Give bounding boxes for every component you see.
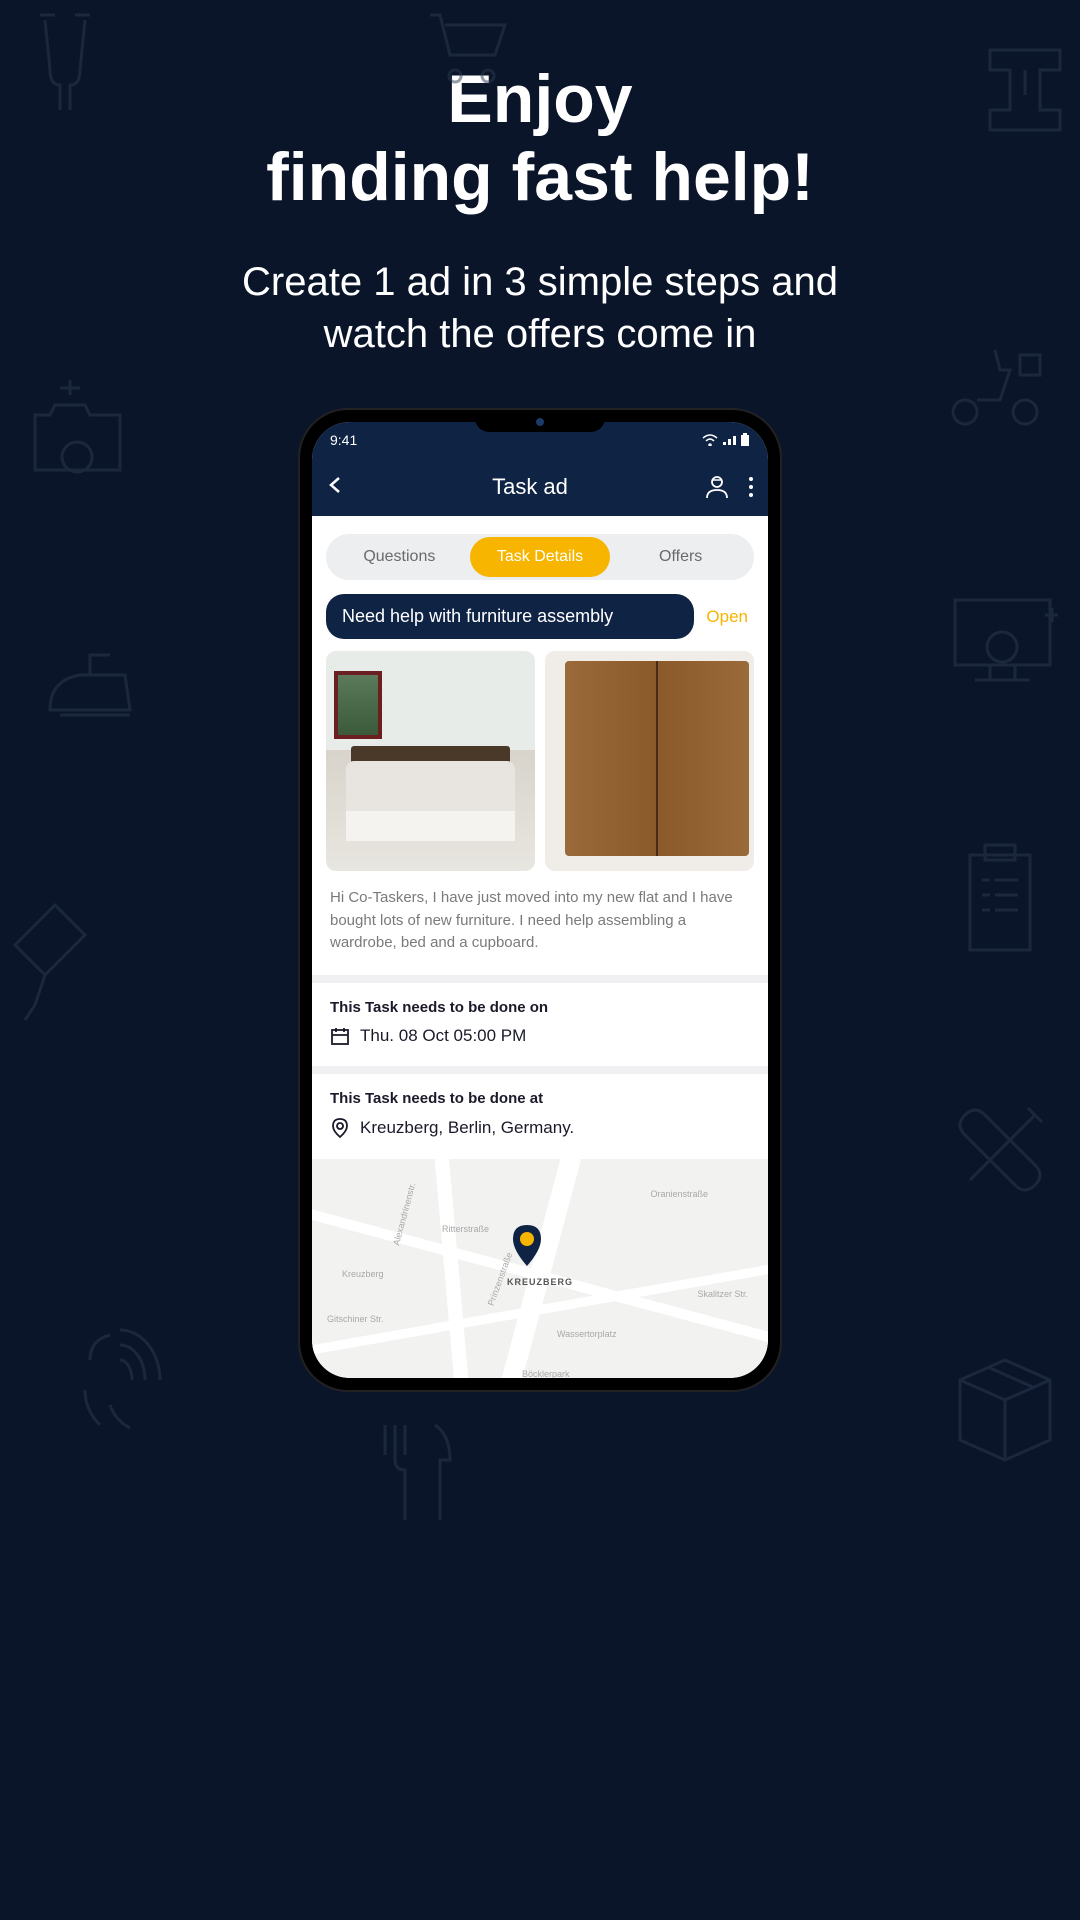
divider xyxy=(312,975,768,983)
task-image-bedroom[interactable] xyxy=(326,651,535,871)
where-label: This Task needs to be done at xyxy=(330,1090,750,1107)
tools-icon xyxy=(940,1090,1070,1230)
pin-icon xyxy=(330,1117,350,1139)
clipboard-icon xyxy=(940,830,1060,970)
sewing-icon xyxy=(970,20,1080,150)
nav-bar: Task ad xyxy=(312,458,768,516)
profile-icon[interactable] xyxy=(704,474,730,500)
cart-icon xyxy=(420,0,520,90)
where-value: Kreuzberg, Berlin, Germany. xyxy=(360,1118,574,1138)
status-time: 9:41 xyxy=(330,432,357,448)
tab-bar: Questions Task Details Offers xyxy=(326,534,754,580)
task-title: Need help with furniture assembly xyxy=(326,594,694,639)
calendar-icon xyxy=(330,1026,350,1046)
when-label: This Task needs to be done on xyxy=(330,999,750,1016)
signal-icon xyxy=(722,434,736,446)
utensils-icon xyxy=(360,1410,480,1530)
box-icon xyxy=(940,1340,1070,1480)
nav-title: Task ad xyxy=(356,474,704,500)
camera-icon xyxy=(20,370,140,490)
fingerprint-icon xyxy=(60,1310,180,1450)
hero-title: Enjoy finding fast help! xyxy=(0,0,1080,216)
task-status: Open xyxy=(706,607,754,627)
tab-task-details[interactable]: Task Details xyxy=(470,537,611,577)
phone-frame: 9:41 Task ad Questions Task Details Offe… xyxy=(300,410,780,1390)
brush-icon xyxy=(0,890,110,1040)
back-button[interactable] xyxy=(326,475,356,500)
task-header: Need help with furniture assembly Open xyxy=(326,594,754,639)
hero-subtitle: Create 1 ad in 3 simple steps and watch … xyxy=(0,216,1080,360)
when-value: Thu. 08 Oct 05:00 PM xyxy=(360,1026,526,1046)
phone-screen: 9:41 Task ad Questions Task Details Offe… xyxy=(312,422,768,1378)
scooter-icon xyxy=(940,320,1060,430)
when-section: This Task needs to be done on Thu. 08 Oc… xyxy=(312,983,768,1066)
map-view[interactable]: Gitschiner Str. Skalitzer Str. Oranienst… xyxy=(312,1159,768,1379)
wifi-icon xyxy=(702,434,718,446)
tab-offers[interactable]: Offers xyxy=(610,537,751,577)
task-images xyxy=(312,651,768,881)
cheers-icon xyxy=(10,0,130,130)
divider xyxy=(312,1066,768,1074)
where-section: This Task needs to be done at Kreuzberg,… xyxy=(312,1074,768,1159)
more-icon[interactable] xyxy=(748,476,754,498)
task-description: Hi Co-Taskers, I have just moved into my… xyxy=(312,881,768,975)
task-image-wardrobe[interactable] xyxy=(545,651,754,871)
iron-icon xyxy=(30,620,150,750)
monitor-icon xyxy=(940,580,1070,700)
battery-icon xyxy=(740,433,750,447)
tab-questions[interactable]: Questions xyxy=(329,537,470,577)
phone-notch xyxy=(475,410,605,432)
map-pin: KREUZBERG xyxy=(507,1222,573,1287)
